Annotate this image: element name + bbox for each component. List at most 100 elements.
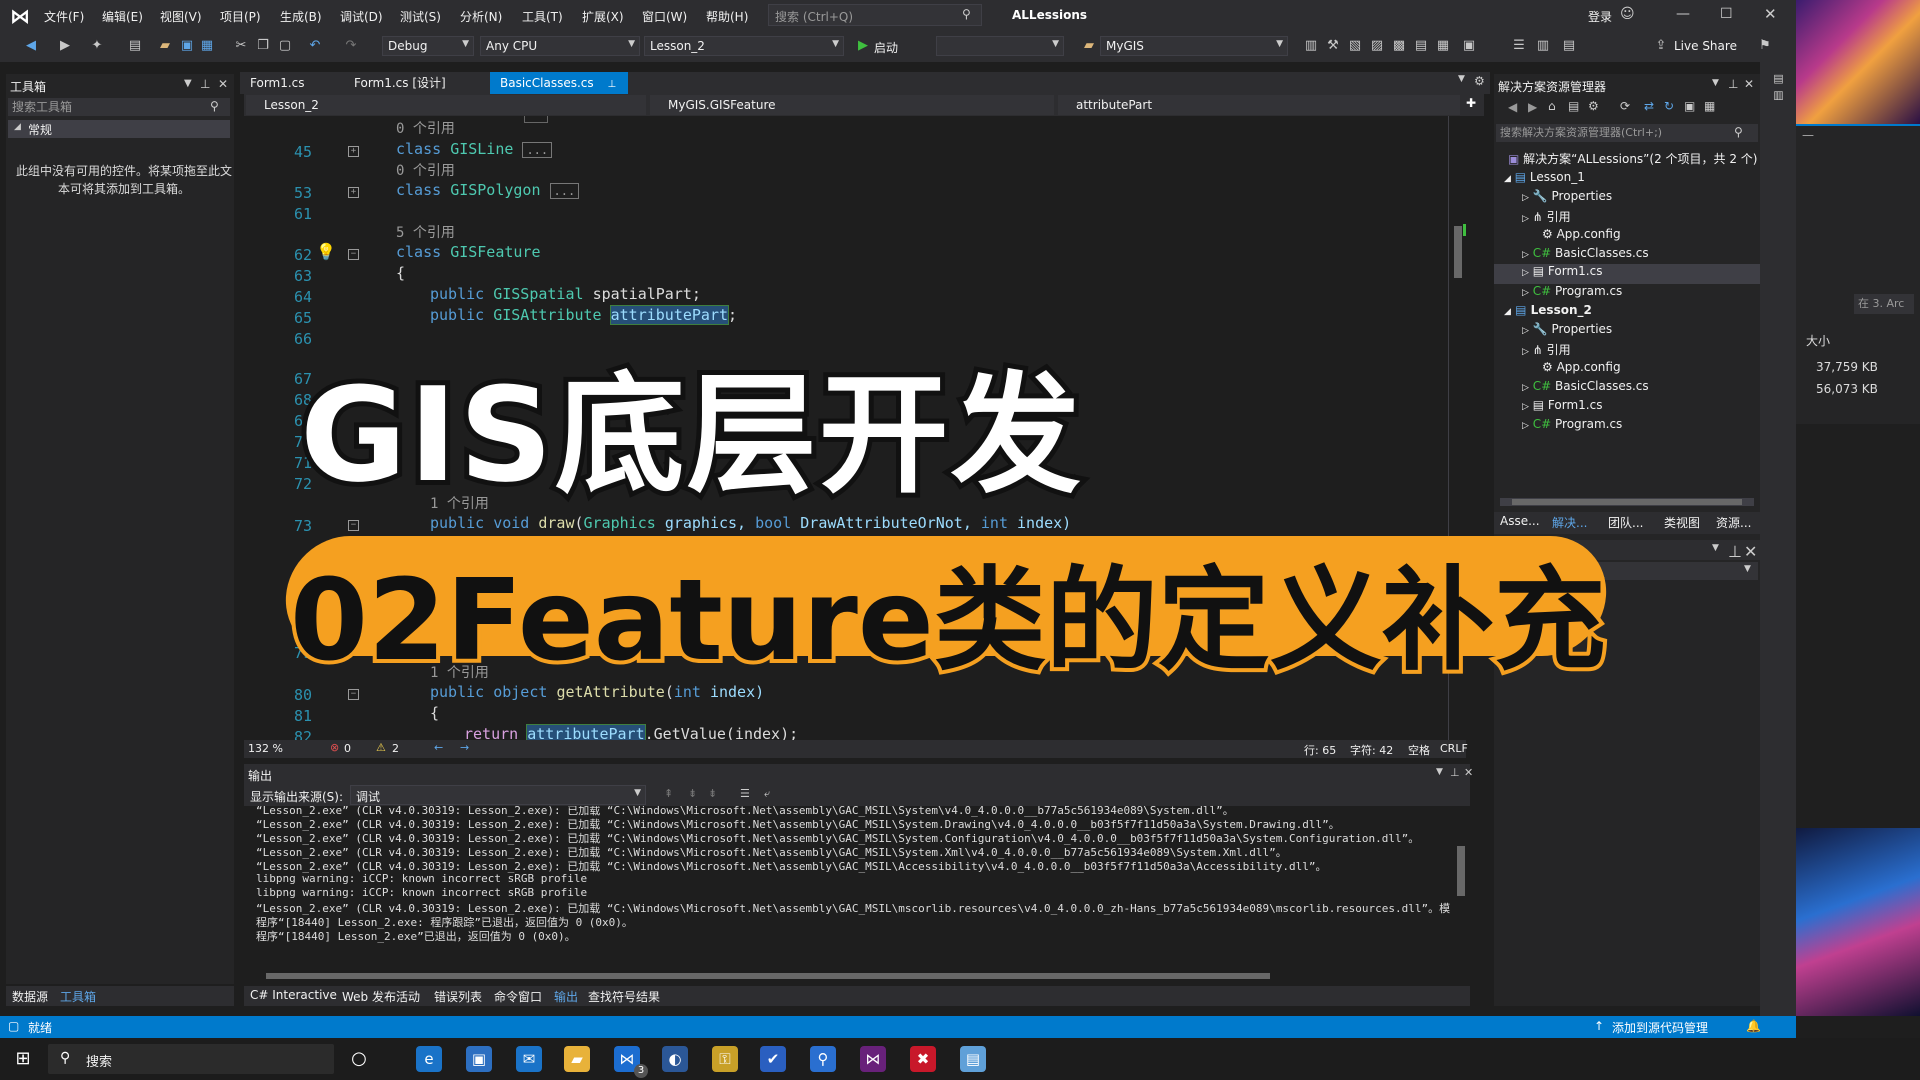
tab-class-view[interactable]: 类视图 [1664, 514, 1700, 531]
toolbar-tool-icon[interactable]: ▨ [1370, 39, 1384, 53]
output-vertical-scrollbar[interactable] [1454, 806, 1468, 966]
add-to-source-control-button[interactable]: 添加到源代码管理 [1612, 1019, 1708, 1036]
menu-help[interactable]: 帮助(H) [706, 8, 748, 25]
refresh-icon[interactable]: ↻ [1664, 99, 1674, 113]
pin-icon[interactable]: ⊥ [1728, 77, 1738, 91]
back-icon[interactable]: ◀ [1508, 100, 1517, 114]
visual-studio-logo-icon[interactable]: ⋈ [10, 5, 32, 27]
new-project-icon[interactable]: ✦ [90, 39, 104, 53]
tree-item-app-config[interactable]: ⚙ App.config [1542, 360, 1621, 374]
toolbox-search-input[interactable]: 搜索工具箱 [8, 98, 230, 116]
close-icon[interactable]: ✕ [1744, 77, 1754, 91]
copy-icon[interactable]: ❐ [256, 39, 270, 53]
platform-select[interactable]: Any CPU ▼ [480, 36, 640, 56]
toolbar-tool-icon[interactable]: ▦ [1436, 39, 1450, 53]
project-lesson1[interactable]: ◢ ▤ Lesson_1 [1504, 170, 1585, 184]
toolbar-tool-icon[interactable]: ☰ [1512, 39, 1526, 53]
warning-icon[interactable]: ⚠ [376, 741, 386, 754]
menu-project[interactable]: 项目(P) [220, 8, 261, 25]
debug-target-select[interactable]: ▼ [936, 36, 1064, 56]
tree-item-program[interactable]: ▷ C# Program.cs [1522, 284, 1622, 298]
tree-item-basicclasses[interactable]: ▷ C# BasicClasses.cs [1522, 246, 1649, 260]
pin-icon[interactable]: ⊥ [200, 77, 210, 91]
previous-message-icon[interactable]: ⇟ [688, 787, 697, 800]
pending-changes-icon[interactable]: ⚙ [1588, 99, 1599, 113]
tab-solution-explorer[interactable]: 解决... [1552, 514, 1587, 531]
whitespace-indicator[interactable]: 空格 [1408, 742, 1430, 758]
toolbar-tool-icon[interactable]: ▣ [1462, 39, 1476, 53]
upload-icon[interactable]: ↑ [1594, 1019, 1604, 1033]
save-all-icon[interactable]: ▦ [200, 39, 214, 53]
scrollbar-thumb[interactable] [1454, 226, 1462, 278]
search-icon[interactable]: ⚲ [962, 7, 971, 21]
tab-form1-design[interactable]: Form1.cs [设计] [344, 72, 456, 94]
tree-item-properties[interactable]: ▷ 🔧 Properties [1522, 189, 1612, 203]
undo-icon[interactable]: ↶ [308, 39, 322, 53]
store-icon[interactable]: ▣ [466, 1046, 492, 1072]
reference-count[interactable]: 0 个引用 [396, 160, 455, 180]
warning-count[interactable]: 2 [392, 742, 399, 755]
forward-icon[interactable]: ▶ [1528, 100, 1537, 114]
project-nav-select[interactable]: Lesson_2 [246, 95, 646, 115]
show-all-files-icon[interactable]: ▦ [1704, 99, 1715, 113]
clear-all-icon[interactable]: ☰ [740, 787, 750, 800]
edge-browser-icon[interactable]: e [416, 1046, 442, 1072]
toolbar-tool-icon[interactable]: ▤ [1414, 39, 1428, 53]
toolbar-tool-icon[interactable]: ▥ [1304, 39, 1318, 53]
menu-file[interactable]: 文件(F) [44, 8, 84, 25]
search-icon[interactable]: ⚲ [1734, 125, 1743, 139]
split-editor-icon[interactable]: ✚ [1466, 96, 1476, 110]
collapsed-region[interactable] [524, 116, 548, 123]
menu-window[interactable]: 窗口(W) [642, 8, 687, 25]
tab-assets[interactable]: Asse... [1500, 514, 1540, 528]
start-button[interactable]: 启动 [874, 39, 898, 56]
wrench-icon[interactable]: ⚒ [1326, 39, 1340, 53]
expand-icon[interactable]: + [348, 146, 359, 157]
close-icon[interactable]: ✕ [1744, 542, 1757, 561]
pin-icon[interactable]: ⊥ [1450, 766, 1460, 779]
login-link[interactable]: 登录 [1588, 8, 1612, 25]
configuration-select[interactable]: Debug ▼ [382, 36, 474, 56]
cut-icon[interactable]: ✂ [234, 39, 248, 53]
minimize-icon[interactable]: — [1676, 6, 1690, 22]
zoom-level[interactable]: 132 % [248, 742, 283, 755]
startup-project-select[interactable]: Lesson_2 ▼ [644, 36, 844, 56]
tab-data-sources[interactable]: 数据源 [12, 988, 48, 1005]
menu-test[interactable]: 测试(S) [400, 8, 441, 25]
tab-command-window[interactable]: 命令窗口 [494, 988, 542, 1005]
side-tool-tab[interactable]: ▤ ▥ [1772, 72, 1785, 102]
tree-item-program[interactable]: ▷ C# Program.cs [1522, 417, 1622, 431]
class-nav-select[interactable]: MyGIS.GISFeature [650, 95, 1054, 115]
tree-item-references[interactable]: ▷ ⋔ 引用 [1522, 208, 1571, 225]
tree-item-properties[interactable]: ▷ 🔧 Properties [1522, 322, 1612, 336]
pin-icon[interactable]: ⊥ [1728, 542, 1742, 561]
sync-icon[interactable]: ⇄ [1644, 99, 1654, 113]
solution-horizontal-scrollbar[interactable] [1500, 498, 1754, 506]
navigate-back-icon[interactable]: ← [434, 741, 443, 754]
taskbar-search-box[interactable]: ⚲ 搜索 [48, 1044, 334, 1074]
windows-start-icon[interactable]: ⊞ [10, 1046, 36, 1072]
redo-icon[interactable]: ↷ [344, 39, 358, 53]
open-folder-icon[interactable]: ▰ [158, 39, 172, 53]
tree-item-form1[interactable]: ▷ ▤ Form1.cs [1522, 398, 1602, 412]
toolbar-tool-icon[interactable]: ▥ [1536, 39, 1550, 53]
close-icon[interactable]: ✕ [1764, 5, 1777, 23]
app-icon[interactable]: ◐ [662, 1046, 688, 1072]
project-lesson2[interactable]: ◢ ▤ Lesson_2 [1504, 303, 1592, 317]
app-icon[interactable]: ▤ [960, 1046, 986, 1072]
tab-output[interactable]: 输出 [554, 988, 578, 1005]
mail-icon[interactable]: ✉ [516, 1046, 542, 1072]
visual-studio-icon[interactable]: ⋈ [860, 1046, 886, 1072]
user-icon[interactable]: ☺ [1620, 6, 1635, 22]
live-share-button[interactable]: Live Share [1674, 39, 1737, 53]
reference-count[interactable]: 0 个引用 [396, 118, 455, 138]
paste-icon[interactable]: ▢ [278, 39, 292, 53]
history-icon[interactable]: ⟳ [1620, 99, 1630, 113]
menu-analyze[interactable]: 分析(N) [460, 8, 502, 25]
file-explorer-icon[interactable]: ▰ [564, 1046, 590, 1072]
tab-error-list[interactable]: 错误列表 [434, 988, 482, 1005]
tree-item-references[interactable]: ▷ ⋔ 引用 [1522, 341, 1571, 358]
home-icon[interactable]: ⌂ [1548, 99, 1556, 113]
collapse-all-icon[interactable]: ▣ [1684, 99, 1695, 113]
scrollbar-thumb[interactable] [1512, 499, 1742, 505]
